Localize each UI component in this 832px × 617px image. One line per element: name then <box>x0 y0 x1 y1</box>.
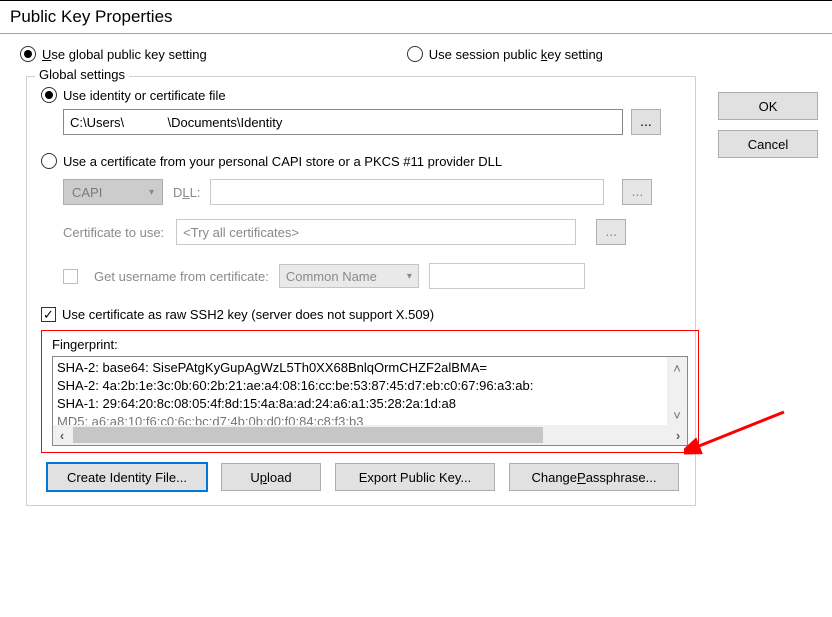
username-field-combo: Common Name ▾ <box>279 264 419 288</box>
radio-capi-store[interactable]: Use a certificate from your personal CAP… <box>41 153 683 169</box>
fingerprint-line: SHA-1: 29:64:20:8c:08:05:4f:8d:15:4a:8a:… <box>57 395 665 413</box>
scroll-thumb[interactable] <box>73 427 543 443</box>
radio-global-label: Use global public key setting <box>42 47 207 62</box>
capi-provider-label: CAPI <box>72 185 102 200</box>
radio-dot-icon <box>20 46 36 62</box>
change-passphrase-button[interactable]: Change Passphrase... <box>509 463 679 491</box>
raw-ssh2-checkbox[interactable] <box>41 307 56 322</box>
browse-dll-button: ... <box>622 179 652 205</box>
scroll-down-icon[interactable]: ˅ <box>673 408 681 423</box>
radio-dot-icon <box>407 46 423 62</box>
fingerprint-highlight: Fingerprint: SHA-2: base64: SisePAtgKyGu… <box>41 330 699 453</box>
username-field-value: Common Name <box>286 269 377 284</box>
radio-session-label: Use session public key setting <box>429 47 603 62</box>
dll-path-input <box>210 179 604 205</box>
raw-ssh2-label: Use certificate as raw SSH2 key (server … <box>62 307 434 322</box>
fingerprint-textarea[interactable]: SHA-2: base64: SisePAtgKyGupAgWzL5Th0XX6… <box>52 356 688 446</box>
horizontal-scrollbar[interactable]: ‹ › <box>53 425 687 445</box>
global-settings-group: Global settings Use identity or certific… <box>26 76 696 506</box>
radio-global-setting[interactable]: Use global public key setting <box>20 46 207 62</box>
scroll-right-icon[interactable]: › <box>669 428 687 443</box>
radio-session-setting[interactable]: Use session public key setting <box>407 46 603 62</box>
vertical-scrollbar[interactable]: ˄ ˅ <box>667 357 687 427</box>
group-legend: Global settings <box>35 67 129 82</box>
certificate-select-input <box>176 219 576 245</box>
identity-path-input[interactable] <box>63 109 623 135</box>
create-identity-button[interactable]: Create Identity File... <box>47 463 207 491</box>
ok-button[interactable]: OK <box>718 92 818 120</box>
get-username-label: Get username from certificate: <box>94 269 269 284</box>
radio-dot-icon <box>41 87 57 103</box>
export-public-key-button[interactable]: Export Public Key... <box>335 463 495 491</box>
radio-identity-file[interactable]: Use identity or certificate file <box>41 87 683 103</box>
radio-identity-label: Use identity or certificate file <box>63 88 226 103</box>
scroll-up-icon[interactable]: ˄ <box>673 361 681 376</box>
username-value-input <box>429 263 585 289</box>
scroll-left-icon[interactable]: ‹ <box>53 428 71 443</box>
window-title: Public Key Properties <box>0 0 832 31</box>
browse-cert-button: ... <box>596 219 626 245</box>
fingerprint-label: Fingerprint: <box>52 337 688 352</box>
radio-capi-label: Use a certificate from your personal CAP… <box>63 154 502 169</box>
browse-identity-button[interactable]: ... <box>631 109 661 135</box>
annotation-arrow-icon <box>684 402 794 462</box>
cert-to-use-label: Certificate to use: <box>63 225 164 240</box>
capi-provider-dropdown: CAPI ▾ <box>63 179 163 205</box>
fingerprint-line: SHA-2: 4a:2b:1e:3c:0b:60:2b:21:ae:a4:08:… <box>57 377 665 395</box>
dll-label: DLL: <box>173 185 200 200</box>
fingerprint-line: SHA-2: base64: SisePAtgKyGupAgWzL5Th0XX6… <box>57 359 665 377</box>
chevron-down-icon: ▾ <box>407 271 412 282</box>
radio-dot-icon <box>41 153 57 169</box>
get-username-checkbox <box>63 269 78 284</box>
cancel-button[interactable]: Cancel <box>718 130 818 158</box>
upload-button[interactable]: Upload <box>221 463 321 491</box>
raw-ssh2-checkbox-row[interactable]: Use certificate as raw SSH2 key (server … <box>41 307 683 322</box>
chevron-down-icon: ▾ <box>149 187 154 198</box>
